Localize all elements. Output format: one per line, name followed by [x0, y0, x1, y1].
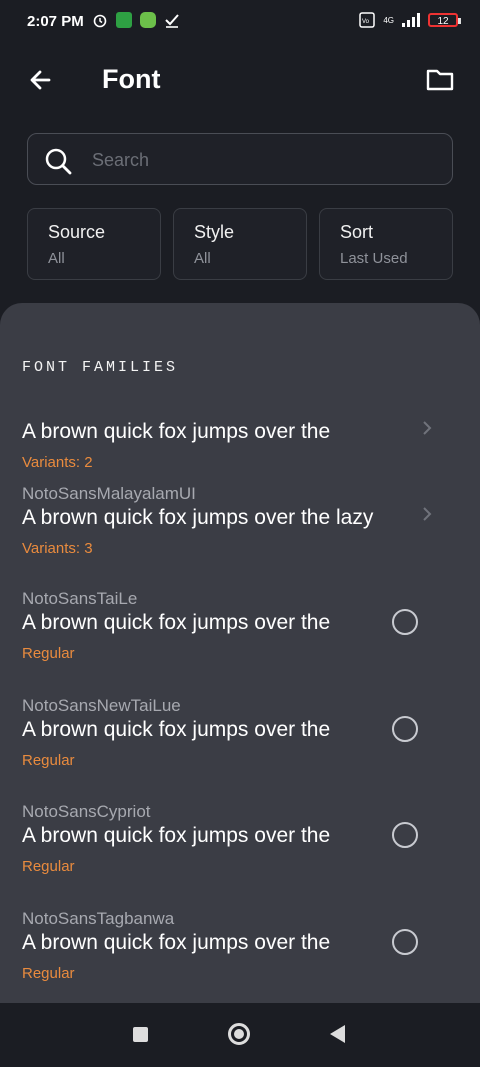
- select-radio[interactable]: [392, 822, 418, 848]
- font-families-sheet[interactable]: FONT FAMILIES A brown quick fox jumps ov…: [0, 303, 480, 1003]
- status-bar: 2:07 PM Vo 4G 12: [0, 0, 480, 40]
- search-icon: [45, 148, 72, 175]
- filter-row: Source All Style All Sort Last Used: [27, 208, 453, 280]
- system-nav-bar: [0, 1003, 480, 1067]
- nav-back-icon[interactable]: [330, 1025, 345, 1043]
- volte-icon: Vo: [359, 12, 376, 28]
- font-variants: Variants: 3: [22, 540, 93, 557]
- font-family-item[interactable]: NotoSansTaiLe A brown quick fox jumps ov…: [0, 589, 480, 689]
- home-icon[interactable]: [228, 1023, 250, 1045]
- chevron-right-icon: [423, 507, 432, 521]
- font-preview: A brown quick fox jumps over the: [22, 718, 331, 741]
- svg-text:Vo: Vo: [362, 19, 370, 25]
- filter-label: Sort: [340, 222, 374, 242]
- font-preview: A brown quick fox jumps over the: [22, 611, 331, 634]
- style-filter[interactable]: Style All: [173, 208, 307, 280]
- font-name: NotoSansTagbanwa: [22, 909, 175, 928]
- font-variants: Variants: 2: [22, 454, 93, 471]
- filter-value: Last Used: [340, 250, 408, 267]
- select-radio[interactable]: [392, 609, 418, 635]
- font-family-item[interactable]: A brown quick fox jumps over the Variant…: [0, 398, 480, 498]
- font-family-item[interactable]: NotoSansTagbanwa A brown quick fox jumps…: [0, 909, 480, 1003]
- font-name: NotoSansMalayalamUI: [22, 484, 196, 503]
- filter-label: Style: [194, 222, 235, 242]
- alarm-icon: [93, 14, 107, 28]
- font-style: Regular: [22, 752, 75, 769]
- filter-value: All: [194, 250, 211, 267]
- search-input[interactable]: [90, 146, 434, 174]
- source-filter[interactable]: Source All: [27, 208, 161, 280]
- filter-value: All: [48, 250, 65, 267]
- chevron-right-icon: [423, 421, 432, 435]
- filter-label: Source: [48, 222, 106, 242]
- system-icons: Vo 4G 12: [359, 12, 461, 28]
- font-preview: A brown quick fox jumps over the: [22, 824, 331, 847]
- font-family-item[interactable]: NotoSansCypriot A brown quick fox jumps …: [0, 802, 480, 902]
- font-name: NotoSansNewTaiLue: [22, 696, 181, 715]
- font-style: Regular: [22, 645, 75, 662]
- font-name: NotoSansTaiLe: [22, 589, 138, 608]
- recents-icon[interactable]: [133, 1027, 148, 1042]
- font-style: Regular: [22, 858, 75, 875]
- check-icon: [165, 14, 179, 28]
- select-radio[interactable]: [392, 929, 418, 955]
- font-preview: A brown quick fox jumps over the: [22, 420, 331, 443]
- notification-icons: [92, 12, 180, 28]
- search-box[interactable]: [27, 133, 453, 185]
- font-style: Regular: [22, 965, 75, 982]
- folder-icon[interactable]: [426, 67, 454, 91]
- font-preview: A brown quick fox jumps over the lazy: [22, 506, 374, 529]
- app-notification-icon: [116, 12, 132, 28]
- font-preview: A brown quick fox jumps over the: [22, 931, 331, 954]
- network-type: 4G: [383, 15, 394, 25]
- font-name: NotoSansCypriot: [22, 802, 151, 821]
- font-family-item[interactable]: NotoSansMalayalamUI A brown quick fox ju…: [0, 484, 480, 584]
- font-family-item[interactable]: NotoSansNewTaiLue A brown quick fox jump…: [0, 696, 480, 796]
- app-notification-icon-2: [140, 12, 156, 28]
- sort-filter[interactable]: Sort Last Used: [319, 208, 453, 280]
- app-bar: Font: [0, 40, 480, 120]
- battery-icon: 12: [428, 13, 461, 27]
- section-title: FONT FAMILIES: [22, 359, 179, 376]
- page-title: Font: [102, 64, 161, 94]
- back-arrow-icon[interactable]: [27, 66, 55, 94]
- status-time: 2:07 PM: [27, 13, 84, 30]
- select-radio[interactable]: [392, 716, 418, 742]
- signal-icon: [402, 13, 420, 27]
